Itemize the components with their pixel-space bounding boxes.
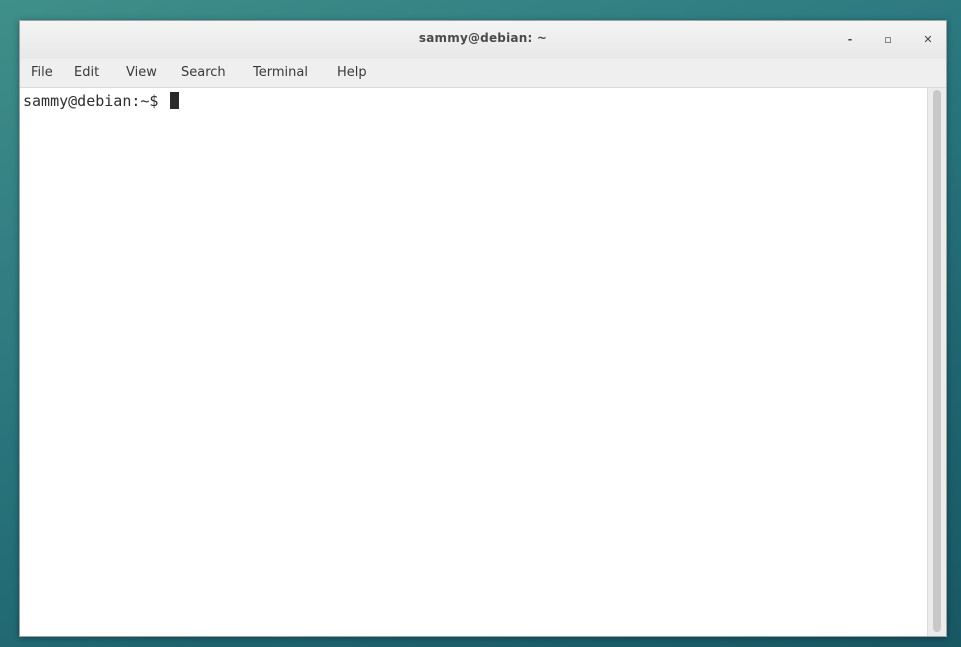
scrollbar[interactable] [927, 88, 946, 636]
scrollbar-thumb[interactable] [933, 90, 941, 632]
close-icon[interactable]: ✕ [918, 30, 938, 50]
menu-terminal[interactable]: Terminal [253, 65, 308, 80]
prompt-line: sammy@debian:~$ [23, 91, 179, 111]
menu-bar: File Edit View Search Terminal Help [20, 59, 946, 88]
title-bar[interactable]: sammy@debian: ~ - ▫ ✕ [20, 21, 946, 60]
window-title: sammy@debian: ~ [418, 31, 548, 45]
menu-search[interactable]: Search [181, 65, 226, 80]
text-cursor [169, 92, 179, 109]
menu-help[interactable]: Help [337, 65, 367, 80]
shell-prompt: sammy@debian:~$ [23, 92, 168, 110]
terminal-window: sammy@debian: ~ - ▫ ✕ File Edit View Sea… [19, 20, 947, 637]
menu-view[interactable]: View [126, 65, 157, 80]
menu-edit[interactable]: Edit [74, 65, 99, 80]
menu-file[interactable]: File [31, 65, 53, 80]
minimize-icon[interactable]: - [840, 30, 860, 50]
maximize-icon[interactable]: ▫ [878, 30, 898, 50]
terminal-area[interactable]: sammy@debian:~$ [20, 88, 930, 636]
